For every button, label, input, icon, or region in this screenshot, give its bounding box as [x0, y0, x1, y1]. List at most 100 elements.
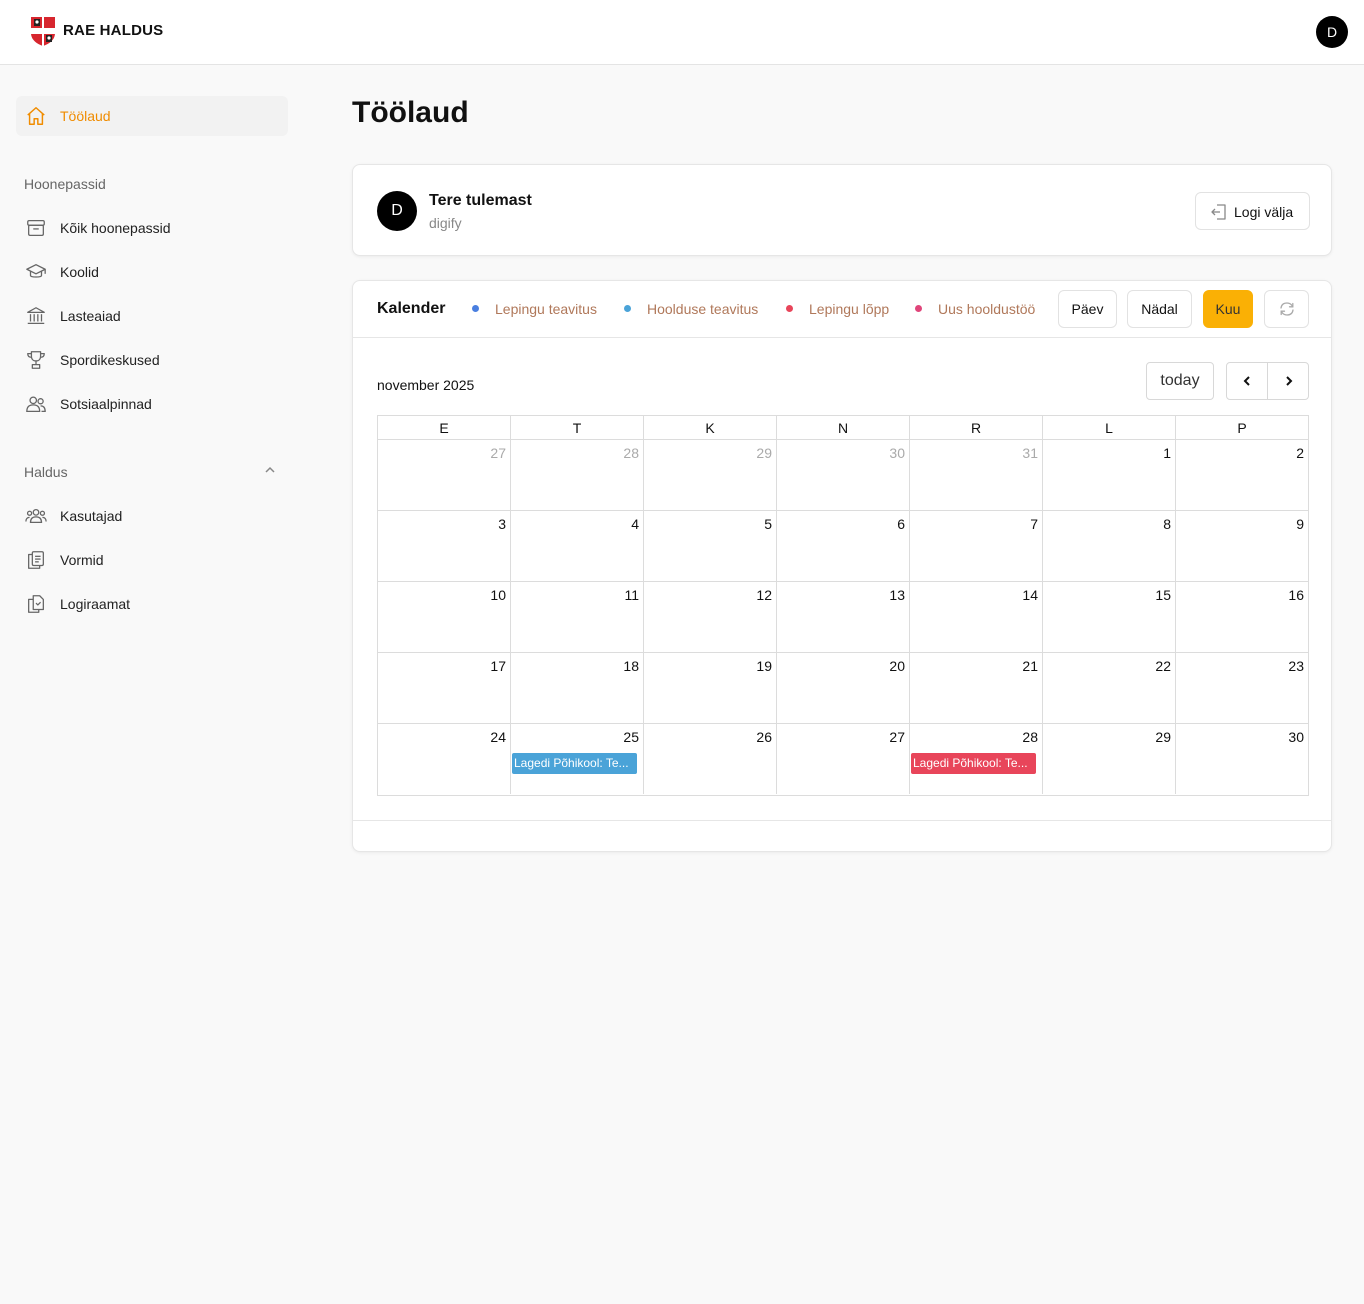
refresh-button[interactable] — [1264, 290, 1309, 328]
day-cell[interactable]: 8 — [1043, 511, 1176, 582]
day-number[interactable]: 17 — [490, 658, 506, 674]
day-cell[interactable]: 27 — [378, 440, 511, 511]
day-number[interactable]: 10 — [490, 587, 506, 603]
day-cell[interactable]: 5 — [644, 511, 777, 582]
day-number[interactable]: 11 — [624, 587, 639, 603]
day-number[interactable]: 3 — [498, 516, 506, 532]
day-cell[interactable]: 30 — [777, 440, 910, 511]
brand-name[interactable]: RAE HALDUS — [63, 22, 163, 39]
day-cell[interactable]: 19 — [644, 653, 777, 724]
day-cell[interactable]: 27 — [777, 724, 910, 794]
day-number[interactable]: 24 — [490, 729, 506, 745]
day-number[interactable]: 5 — [764, 516, 772, 532]
day-number[interactable]: 13 — [889, 587, 905, 603]
day-number[interactable]: 9 — [1296, 516, 1304, 532]
trophy-icon — [27, 351, 45, 369]
day-cell[interactable]: 31 — [910, 440, 1043, 511]
day-number[interactable]: 26 — [756, 729, 772, 745]
day-number[interactable]: 4 — [631, 516, 639, 532]
day-number[interactable]: 19 — [756, 658, 772, 674]
day-cell[interactable]: 3 — [378, 511, 511, 582]
logout-button[interactable]: Logi välja — [1195, 192, 1310, 230]
day-number[interactable]: 1 — [1163, 445, 1171, 461]
sidebar-item-sotsiaalpinnad[interactable]: Sotsiaalpinnad — [16, 384, 288, 424]
day-cell[interactable]: 28 — [511, 440, 644, 511]
sidebar-item-logiraamat[interactable]: Logiraamat — [16, 584, 288, 624]
day-cell[interactable]: 28 Lagedi Põhikool: Te... — [910, 724, 1043, 794]
day-cell[interactable]: 17 — [378, 653, 511, 724]
day-number[interactable]: 23 — [1288, 658, 1304, 674]
prev-month-button[interactable] — [1227, 363, 1268, 399]
day-number[interactable]: 20 — [889, 658, 905, 674]
day-number[interactable]: 2 — [1296, 445, 1304, 461]
day-cell[interactable]: 10 — [378, 582, 511, 653]
day-number[interactable]: 29 — [1155, 729, 1171, 745]
day-cell[interactable]: 13 — [777, 582, 910, 653]
chevron-up-icon[interactable] — [263, 463, 277, 477]
view-day-button[interactable]: Päev — [1058, 290, 1117, 328]
day-cell[interactable]: 12 — [644, 582, 777, 653]
rae-logo-icon[interactable] — [30, 15, 56, 47]
day-cell[interactable]: 18 — [511, 653, 644, 724]
day-number[interactable]: 31 — [1022, 445, 1038, 461]
day-cell[interactable]: 15 — [1043, 582, 1176, 653]
day-number[interactable]: 27 — [490, 445, 506, 461]
day-cell[interactable]: 30 — [1176, 724, 1308, 794]
day-cell[interactable]: 7 — [910, 511, 1043, 582]
day-number[interactable]: 27 — [889, 729, 905, 745]
sidebar-item-vormid[interactable]: Vormid — [16, 540, 288, 580]
day-number[interactable]: 30 — [889, 445, 905, 461]
view-week-button[interactable]: Nädal — [1127, 290, 1192, 328]
day-cell[interactable]: 23 — [1176, 653, 1308, 724]
sidebar-item-label: Kasutajad — [60, 508, 123, 524]
day-number[interactable]: 29 — [756, 445, 772, 461]
sidebar-item-koolid[interactable]: Koolid — [16, 252, 288, 292]
day-cell[interactable]: 6 — [777, 511, 910, 582]
day-cell[interactable]: 2 — [1176, 440, 1308, 511]
next-month-button[interactable] — [1268, 363, 1309, 399]
day-number[interactable]: 12 — [756, 587, 772, 603]
sidebar-item-kasutajad[interactable]: Kasutajad — [16, 496, 288, 536]
day-number[interactable]: 21 — [1022, 658, 1038, 674]
day-number[interactable]: 28 — [1022, 729, 1038, 745]
day-cell[interactable]: 16 — [1176, 582, 1308, 653]
day-cell[interactable]: 11 — [511, 582, 644, 653]
day-cell[interactable]: 29 — [644, 440, 777, 511]
day-cell[interactable]: 26 — [644, 724, 777, 794]
sidebar-item-spordikeskused[interactable]: Spordikeskused — [16, 340, 288, 380]
calendar-event[interactable]: Lagedi Põhikool: Te... — [911, 753, 1036, 774]
day-cell[interactable]: 9 — [1176, 511, 1308, 582]
day-number[interactable]: 30 — [1288, 729, 1304, 745]
day-number[interactable]: 16 — [1288, 587, 1304, 603]
day-cell[interactable]: 24 — [378, 724, 511, 794]
day-cell[interactable]: 1 — [1043, 440, 1176, 511]
day-number[interactable]: 28 — [623, 445, 639, 461]
today-button[interactable]: today — [1146, 362, 1214, 400]
day-cell[interactable]: 20 — [777, 653, 910, 724]
view-month-button[interactable]: Kuu — [1203, 290, 1253, 328]
sidebar-item-lasteaiad[interactable]: Lasteaiad — [16, 296, 288, 336]
day-number[interactable]: 25 — [623, 729, 639, 745]
calendar-grid: E T K N R L P 27 28 29 30 31 1 2 3 4 5 6 7 8 9 10 11 12 13 14 15 16… — [377, 415, 1309, 796]
sidebar-item-toolaud[interactable]: Töölaud — [16, 96, 288, 136]
section-title-haldus[interactable]: Haldus — [24, 464, 68, 480]
weekday-header: E — [378, 416, 511, 440]
user-avatar-button[interactable]: D — [1316, 16, 1348, 48]
day-cell[interactable]: 14 — [910, 582, 1043, 653]
calendar-event[interactable]: Lagedi Põhikool: Te... — [512, 753, 637, 774]
day-cell[interactable]: 22 — [1043, 653, 1176, 724]
day-cell[interactable]: 25 Lagedi Põhikool: Te... — [511, 724, 644, 794]
day-number[interactable]: 18 — [623, 658, 639, 674]
day-number[interactable]: 8 — [1163, 516, 1171, 532]
day-cell[interactable]: 4 — [511, 511, 644, 582]
sidebar-item-label: Vormid — [60, 552, 104, 568]
day-cell[interactable]: 29 — [1043, 724, 1176, 794]
day-number[interactable]: 14 — [1022, 587, 1038, 603]
day-number[interactable]: 22 — [1155, 658, 1171, 674]
day-number[interactable]: 15 — [1155, 587, 1171, 603]
day-number[interactable]: 6 — [897, 516, 905, 532]
sidebar-item-koik-hoonepassid[interactable]: Kõik hoonepassid — [16, 208, 288, 248]
day-cell[interactable]: 21 — [910, 653, 1043, 724]
day-number[interactable]: 7 — [1030, 516, 1038, 532]
weekday-header: L — [1043, 416, 1176, 440]
